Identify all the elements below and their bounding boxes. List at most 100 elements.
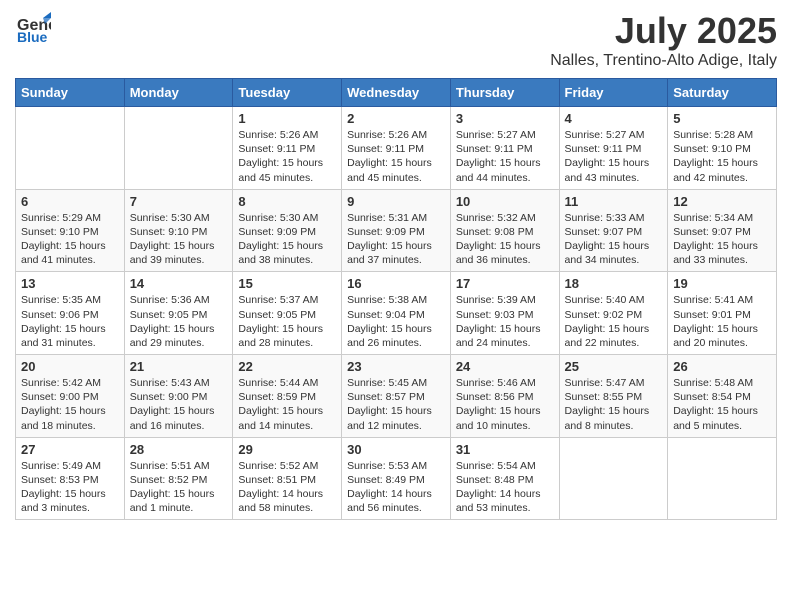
calendar-cell: 10 Sunrise: 5:32 AMSunset: 9:08 PMDayligh… [450,189,559,272]
cell-content: Sunrise: 5:45 AMSunset: 8:57 PMDaylight:… [347,376,445,433]
header-day-wednesday: Wednesday [342,79,451,107]
cell-content: Sunrise: 5:35 AMSunset: 9:06 PMDaylight:… [21,293,119,350]
header-day-thursday: Thursday [450,79,559,107]
day-number: 17 [456,276,554,291]
calendar-cell: 25 Sunrise: 5:47 AMSunset: 8:55 PMDayligh… [559,355,668,438]
cell-content: Sunrise: 5:51 AMSunset: 8:52 PMDaylight:… [130,459,228,516]
calendar-cell: 28Sunrise: 5:51 AMSunset: 8:52 PMDayligh… [124,437,233,520]
calendar-cell: 20 Sunrise: 5:42 AMSunset: 9:00 PMDayligh… [16,355,125,438]
day-number: 1 [238,111,336,126]
cell-content: Sunrise: 5:36 AMSunset: 9:05 PMDaylight:… [130,293,228,350]
day-number: 5 [673,111,771,126]
calendar-cell: 19 Sunrise: 5:41 AMSunset: 9:01 PMDayligh… [668,272,777,355]
cell-content: Sunrise: 5:43 AMSunset: 9:00 PMDaylight:… [130,376,228,433]
cell-content: Sunrise: 5:42 AMSunset: 9:00 PMDaylight:… [21,376,119,433]
day-number: 11 [565,194,663,209]
calendar-cell: 17 Sunrise: 5:39 AMSunset: 9:03 PMDayligh… [450,272,559,355]
cell-content: Sunrise: 5:30 AMSunset: 9:09 PMDaylight:… [238,211,336,268]
day-number: 2 [347,111,445,126]
calendar-table: SundayMondayTuesdayWednesdayThursdayFrid… [15,78,777,520]
calendar-week-3: 13 Sunrise: 5:35 AMSunset: 9:06 PMDayligh… [16,272,777,355]
day-number: 10 [456,194,554,209]
cell-content: Sunrise: 5:26 AMSunset: 9:11 PMDaylight:… [347,128,445,185]
calendar-week-2: 6 Sunrise: 5:29 AMSunset: 9:10 PMDaylight… [16,189,777,272]
subtitle: Nalles, Trentino-Alto Adige, Italy [550,52,777,70]
day-number: 20 [21,359,119,374]
day-number: 7 [130,194,228,209]
day-number: 4 [565,111,663,126]
calendar-cell: 12 Sunrise: 5:34 AMSunset: 9:07 PMDayligh… [668,189,777,272]
day-number: 25 [565,359,663,374]
calendar-cell [124,107,233,190]
calendar-cell: 2 Sunrise: 5:26 AMSunset: 9:11 PMDaylight… [342,107,451,190]
cell-content: Sunrise: 5:47 AMSunset: 8:55 PMDaylight:… [565,376,663,433]
day-number: 6 [21,194,119,209]
cell-content: Sunrise: 5:28 AMSunset: 9:10 PMDaylight:… [673,128,771,185]
cell-content: Sunrise: 5:34 AMSunset: 9:07 PMDaylight:… [673,211,771,268]
logo: General Blue [15,10,51,51]
title-area: July 2025 Nalles, Trentino-Alto Adige, I… [550,10,777,70]
calendar-cell: 31Sunrise: 5:54 AMSunset: 8:48 PMDayligh… [450,437,559,520]
cell-content: Sunrise: 5:40 AMSunset: 9:02 PMDaylight:… [565,293,663,350]
calendar-cell: 11 Sunrise: 5:33 AMSunset: 9:07 PMDayligh… [559,189,668,272]
cell-content: Sunrise: 5:26 AMSunset: 9:11 PMDaylight:… [238,128,336,185]
header-day-saturday: Saturday [668,79,777,107]
calendar-cell: 24Sunrise: 5:46 AMSunset: 8:56 PMDayligh… [450,355,559,438]
header: General Blue July 2025 Nalles, Trentino-… [15,10,777,70]
cell-content: Sunrise: 5:30 AMSunset: 9:10 PMDaylight:… [130,211,228,268]
calendar-cell: 23Sunrise: 5:45 AMSunset: 8:57 PMDayligh… [342,355,451,438]
day-number: 19 [673,276,771,291]
calendar-cell [559,437,668,520]
day-number: 12 [673,194,771,209]
calendar-cell: 6 Sunrise: 5:29 AMSunset: 9:10 PMDaylight… [16,189,125,272]
calendar-week-4: 20 Sunrise: 5:42 AMSunset: 9:00 PMDayligh… [16,355,777,438]
calendar-cell: 30 Sunrise: 5:53 AMSunset: 8:49 PMDayligh… [342,437,451,520]
calendar-cell: 14Sunrise: 5:36 AMSunset: 9:05 PMDayligh… [124,272,233,355]
calendar-cell [668,437,777,520]
day-number: 21 [130,359,228,374]
calendar-cell: 15Sunrise: 5:37 AMSunset: 9:05 PMDayligh… [233,272,342,355]
day-number: 29 [238,442,336,457]
cell-content: Sunrise: 5:32 AMSunset: 9:08 PMDaylight:… [456,211,554,268]
day-number: 16 [347,276,445,291]
cell-content: Sunrise: 5:38 AMSunset: 9:04 PMDaylight:… [347,293,445,350]
cell-content: Sunrise: 5:48 AMSunset: 8:54 PMDaylight:… [673,376,771,433]
cell-content: Sunrise: 5:44 AMSunset: 8:59 PMDaylight:… [238,376,336,433]
day-number: 30 [347,442,445,457]
cell-content: Sunrise: 5:41 AMSunset: 9:01 PMDaylight:… [673,293,771,350]
cell-content: Sunrise: 5:46 AMSunset: 8:56 PMDaylight:… [456,376,554,433]
cell-content: Sunrise: 5:53 AMSunset: 8:49 PMDaylight:… [347,459,445,516]
header-day-friday: Friday [559,79,668,107]
day-number: 22 [238,359,336,374]
calendar-cell [16,107,125,190]
svg-text:Blue: Blue [17,29,48,45]
cell-content: Sunrise: 5:39 AMSunset: 9:03 PMDaylight:… [456,293,554,350]
day-number: 27 [21,442,119,457]
calendar-cell: 13 Sunrise: 5:35 AMSunset: 9:06 PMDayligh… [16,272,125,355]
cell-content: Sunrise: 5:49 AMSunset: 8:53 PMDaylight:… [21,459,119,516]
cell-content: Sunrise: 5:31 AMSunset: 9:09 PMDaylight:… [347,211,445,268]
cell-content: Sunrise: 5:52 AMSunset: 8:51 PMDaylight:… [238,459,336,516]
cell-content: Sunrise: 5:29 AMSunset: 9:10 PMDaylight:… [21,211,119,268]
calendar-header-row: SundayMondayTuesdayWednesdayThursdayFrid… [16,79,777,107]
day-number: 15 [238,276,336,291]
calendar-cell: 1 Sunrise: 5:26 AMSunset: 9:11 PMDaylight… [233,107,342,190]
day-number: 13 [21,276,119,291]
calendar-cell: 26Sunrise: 5:48 AMSunset: 8:54 PMDayligh… [668,355,777,438]
day-number: 31 [456,442,554,457]
calendar-cell: 16 Sunrise: 5:38 AMSunset: 9:04 PMDayligh… [342,272,451,355]
calendar-cell: 9 Sunrise: 5:31 AMSunset: 9:09 PMDaylight… [342,189,451,272]
day-number: 8 [238,194,336,209]
cell-content: Sunrise: 5:27 AMSunset: 9:11 PMDaylight:… [456,128,554,185]
cell-content: Sunrise: 5:33 AMSunset: 9:07 PMDaylight:… [565,211,663,268]
header-day-sunday: Sunday [16,79,125,107]
day-number: 3 [456,111,554,126]
calendar-cell: 27 Sunrise: 5:49 AMSunset: 8:53 PMDayligh… [16,437,125,520]
calendar-cell: 3 Sunrise: 5:27 AMSunset: 9:11 PMDaylight… [450,107,559,190]
calendar-week-5: 27 Sunrise: 5:49 AMSunset: 8:53 PMDayligh… [16,437,777,520]
day-number: 18 [565,276,663,291]
calendar-cell: 29 Sunrise: 5:52 AMSunset: 8:51 PMDayligh… [233,437,342,520]
calendar-cell: 22 Sunrise: 5:44 AMSunset: 8:59 PMDayligh… [233,355,342,438]
calendar-cell: 8 Sunrise: 5:30 AMSunset: 9:09 PMDaylight… [233,189,342,272]
day-number: 9 [347,194,445,209]
